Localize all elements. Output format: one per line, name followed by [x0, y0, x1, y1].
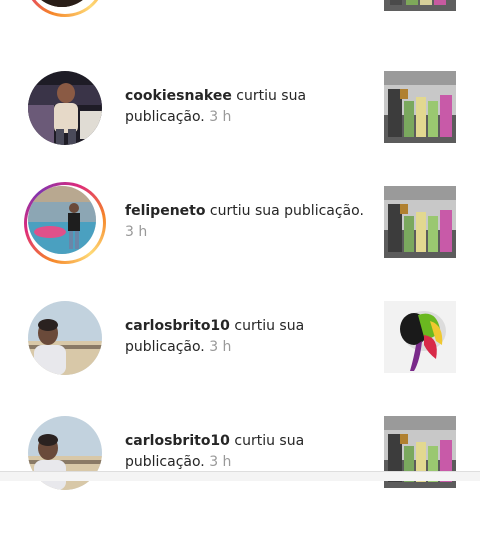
list-item[interactable]: h [0, 0, 480, 56]
timestamp: 3 h [209, 339, 232, 355]
post-thumbnail[interactable] [384, 71, 456, 143]
timestamp: 3 h [209, 454, 232, 470]
shop-shelf-photo-icon [384, 186, 456, 258]
username-link[interactable]: felipeneto [125, 203, 205, 219]
user-photo-icon [28, 186, 96, 254]
username-link[interactable]: carlosbrito10 [125, 433, 230, 449]
shop-shelf-photo-icon [384, 71, 456, 143]
avatar[interactable] [28, 301, 102, 375]
notification-text: carlosbrito10 curtiu sua publicação. 3 h [125, 431, 370, 473]
colorful-hair-photo-icon [384, 301, 456, 373]
avatar[interactable] [28, 71, 102, 145]
notification-text: carlosbrito10 curtiu sua publicação. 3 h [125, 316, 370, 358]
username-link[interactable]: carlosbrito10 [125, 318, 230, 334]
timestamp: 3 h [209, 109, 232, 125]
user-photo-icon [28, 301, 102, 375]
post-thumbnail[interactable] [384, 0, 456, 11]
list-item[interactable]: cookiesnakee curtiu sua publicação. 3 h [0, 71, 480, 188]
username-link[interactable]: cookiesnakee [125, 88, 232, 104]
timestamp: 3 h [125, 224, 148, 240]
notification-text: cookiesnakee curtiu sua publicação. 3 h [125, 86, 370, 128]
list-item[interactable]: carlosbrito10 curtiu sua publicação. 3 h [0, 301, 480, 418]
user-photo-icon [28, 71, 102, 145]
activity-feed: h [0, 0, 480, 490]
post-thumbnail[interactable] [384, 186, 456, 258]
list-item[interactable]: felipeneto curtiu sua publicação. 3 h [0, 182, 480, 303]
post-thumbnail[interactable] [384, 301, 456, 373]
action-text: curtiu sua publicação. [205, 203, 364, 219]
avatar[interactable] [24, 0, 106, 17]
notification-text: felipeneto curtiu sua publicação. 3 h [125, 201, 370, 243]
avatar[interactable] [24, 182, 106, 264]
shop-shelf-photo-icon [384, 0, 456, 11]
